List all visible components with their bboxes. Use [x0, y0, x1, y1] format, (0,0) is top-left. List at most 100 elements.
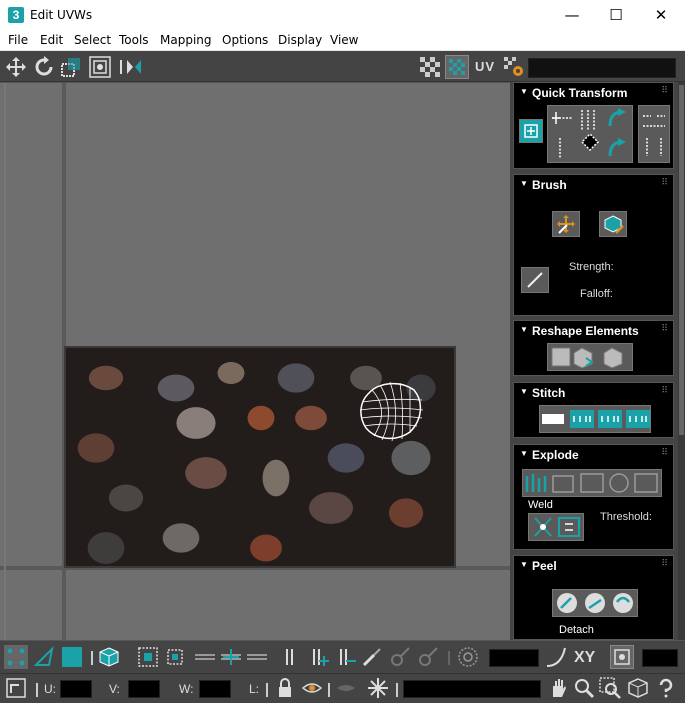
- right-panel: ▼ Quick Transform ⠿ ▼ Brush ⠿ Strength: …: [510, 82, 685, 640]
- texture-checker-icon[interactable]: [445, 55, 469, 79]
- xy-label[interactable]: XY: [574, 649, 595, 667]
- brush-icon[interactable]: [360, 645, 384, 669]
- checker-icon[interactable]: [418, 55, 442, 79]
- lock-icon[interactable]: [273, 676, 297, 700]
- title-bar: 3 Edit UVWs — ☐ ✕: [0, 0, 685, 31]
- collapse-arrow-icon[interactable]: ▼: [520, 387, 528, 396]
- reshape-buttons-group[interactable]: [547, 343, 633, 371]
- explode-buttons-group[interactable]: [522, 469, 662, 497]
- limit-value-field[interactable]: [642, 649, 678, 667]
- loop-ring-icons[interactable]: [192, 645, 272, 669]
- vertex-mode-icon[interactable]: [4, 645, 28, 669]
- menu-tools[interactable]: Tools: [119, 33, 149, 47]
- maximize-button[interactable]: ☐: [593, 0, 639, 31]
- uv-label[interactable]: UV: [475, 59, 495, 74]
- brush-disabled-icon[interactable]: [388, 645, 412, 669]
- peel-title[interactable]: Peel: [532, 559, 557, 573]
- w-label: W:: [179, 682, 194, 696]
- grow-selection-icon[interactable]: [136, 645, 160, 669]
- show-hide-icon[interactable]: [300, 676, 324, 700]
- collapse-arrow-icon[interactable]: ▼: [520, 87, 528, 96]
- paint-move-icon[interactable]: [552, 211, 580, 237]
- settings-icon[interactable]: [502, 55, 526, 79]
- separator: [91, 651, 93, 665]
- zoom-icon[interactable]: [572, 676, 596, 700]
- u-label: U:: [44, 682, 56, 696]
- falloff-label: Falloff:: [580, 288, 613, 300]
- paint-subtract-icon[interactable]: [334, 645, 358, 669]
- selection-info-field[interactable]: [403, 680, 541, 698]
- face-mode-icon[interactable]: [60, 645, 84, 669]
- help-icon[interactable]: [654, 676, 678, 700]
- mirror-icon[interactable]: [118, 55, 150, 79]
- explode-rollout: ▼ Explode ⠿ Weld Threshold:: [513, 444, 674, 550]
- brush-size-icon[interactable]: [521, 267, 549, 293]
- brush-title[interactable]: Brush: [532, 178, 567, 192]
- u-field[interactable]: [60, 680, 92, 698]
- uv-mesh-icon[interactable]: [360, 380, 424, 442]
- freeze-icon[interactable]: [366, 676, 390, 700]
- soft-select-value-field[interactable]: [489, 649, 539, 667]
- align-buttons-group: [547, 105, 633, 163]
- menu-file[interactable]: File: [8, 33, 28, 47]
- zoom-region-icon[interactable]: [598, 676, 622, 700]
- absolute-offset-icon[interactable]: [4, 676, 28, 700]
- collapse-arrow-icon[interactable]: ▼: [520, 325, 528, 334]
- brush-rollout: ▼ Brush ⠿ Strength: Falloff:: [513, 174, 674, 316]
- v-label: V:: [109, 682, 120, 696]
- collapse-arrow-icon[interactable]: ▼: [520, 449, 528, 458]
- rotate-icon[interactable]: [32, 55, 56, 79]
- grip-icon: ⠿: [661, 447, 668, 457]
- stitch-buttons-group[interactable]: [539, 405, 651, 433]
- menu-mapping[interactable]: Mapping: [160, 33, 212, 47]
- grip-icon: ⠿: [661, 558, 668, 568]
- minimize-button[interactable]: —: [549, 0, 595, 31]
- collapse-arrow-icon[interactable]: ▼: [520, 179, 528, 188]
- scale-icon[interactable]: [59, 55, 83, 79]
- freeform-icon[interactable]: [88, 55, 112, 79]
- pan-icon[interactable]: [546, 676, 570, 700]
- grip-icon: ⠿: [661, 385, 668, 395]
- scrollbar-thumb[interactable]: [679, 85, 684, 435]
- quick-transform-title[interactable]: Quick Transform: [532, 86, 627, 100]
- window-title: Edit UVWs: [30, 8, 93, 22]
- close-button[interactable]: ✕: [638, 0, 684, 31]
- paint-select-icon[interactable]: [280, 645, 304, 669]
- edge-mode-icon[interactable]: [32, 645, 56, 669]
- menu-bar: File Edit Select Tools Mapping Options D…: [0, 31, 685, 51]
- menu-view[interactable]: View: [330, 33, 358, 47]
- paint-add-icon[interactable]: [307, 645, 331, 669]
- separator: [266, 683, 268, 697]
- menu-options[interactable]: Options: [222, 33, 268, 47]
- element-mode-icon[interactable]: [97, 645, 121, 669]
- detach-label: Detach: [559, 624, 594, 636]
- separator: [36, 683, 38, 697]
- w-field[interactable]: [199, 680, 231, 698]
- falloff-curve-icon[interactable]: [544, 645, 568, 669]
- brush-disabled-2-icon[interactable]: [416, 645, 440, 669]
- explode-title[interactable]: Explode: [532, 448, 579, 462]
- soft-select-icon[interactable]: [456, 645, 480, 669]
- space-buttons-group: [638, 105, 670, 163]
- menu-edit[interactable]: Edit: [40, 33, 63, 47]
- hide-icon[interactable]: [334, 676, 358, 700]
- menu-display[interactable]: Display: [278, 33, 322, 47]
- relax-brush-icon[interactable]: [599, 211, 627, 237]
- grid-line-left: [4, 83, 6, 641]
- v-field[interactable]: [128, 680, 160, 698]
- strength-label: Strength:: [569, 261, 614, 273]
- shrink-selection-icon[interactable]: [163, 645, 187, 669]
- collapse-arrow-icon[interactable]: ▼: [520, 560, 528, 569]
- zoom-extents-icon[interactable]: [626, 676, 650, 700]
- texture-dropdown[interactable]: [528, 58, 676, 78]
- reshape-title[interactable]: Reshape Elements: [532, 324, 639, 338]
- quick-transform-rollout: ▼ Quick Transform ⠿: [513, 82, 674, 169]
- weld-buttons-group[interactable]: [528, 513, 584, 541]
- peel-buttons-group[interactable]: [552, 589, 638, 617]
- reshape-rollout: ▼ Reshape Elements ⠿: [513, 320, 674, 376]
- limit-icon[interactable]: [610, 645, 634, 669]
- align-center-icon[interactable]: [519, 119, 543, 143]
- move-icon[interactable]: [4, 55, 28, 79]
- stitch-title[interactable]: Stitch: [532, 386, 565, 400]
- menu-select[interactable]: Select: [74, 33, 111, 47]
